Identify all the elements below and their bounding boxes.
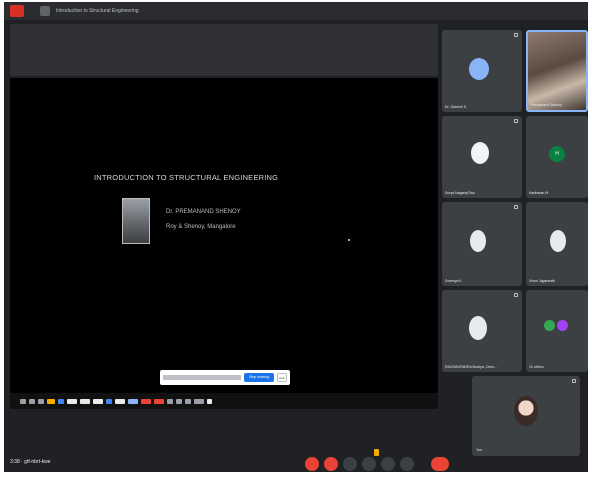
participant-tile[interactable]: Vinod Jagannath bbox=[526, 202, 588, 286]
participant-avatar bbox=[471, 142, 489, 164]
slide-title: INTRODUCTION TO STRUCTURAL ENGINEERING bbox=[94, 173, 279, 182]
page-background bbox=[0, 472, 592, 493]
captions-icon[interactable] bbox=[343, 457, 357, 471]
participant-tile[interactable]: H Hariharan M bbox=[526, 116, 588, 198]
more-options-icon[interactable] bbox=[400, 457, 414, 471]
presenter-name: Dr. PREMANAND SHENOY bbox=[166, 209, 241, 215]
participant-name: Sowmya K bbox=[445, 279, 462, 283]
participant-name: Vinod Jagannath bbox=[529, 279, 556, 283]
tray-icon-1[interactable] bbox=[167, 398, 173, 404]
camera-off-icon[interactable] bbox=[324, 457, 338, 471]
presenter-affiliation: Roy & Shenoy, Mangalore bbox=[166, 224, 236, 230]
participant-avatar bbox=[550, 230, 566, 252]
pin-icon[interactable] bbox=[514, 33, 518, 37]
participant-name: Surya Nagaraj Rao bbox=[445, 191, 475, 195]
participant-name: RAGHAVENDRA Moolya, Chen... bbox=[445, 365, 498, 369]
presenter-taskbar bbox=[10, 393, 438, 409]
participant-tile[interactable]: Surya Nagaraj Rao bbox=[442, 116, 522, 198]
pin-icon[interactable] bbox=[514, 119, 518, 123]
participant-avatar bbox=[557, 320, 568, 331]
others-tile[interactable]: 10 others bbox=[526, 290, 588, 372]
taskbar-app-7-icon[interactable] bbox=[141, 398, 151, 404]
share-message bbox=[163, 375, 241, 380]
present-icon[interactable] bbox=[381, 457, 395, 471]
tab-favicon bbox=[40, 6, 50, 16]
others-count: 10 others bbox=[529, 365, 544, 369]
pin-icon[interactable] bbox=[572, 379, 576, 383]
taskbar-app-5-icon[interactable] bbox=[115, 398, 125, 404]
presentation-stage: INTRODUCTION TO STRUCTURAL ENGINEERING D… bbox=[10, 78, 438, 456]
participant-tile[interactable]: Dr. Ganesh S. bbox=[442, 30, 522, 112]
app-icon bbox=[10, 5, 24, 17]
taskbar-app-3-icon[interactable] bbox=[93, 398, 103, 404]
search-icon[interactable] bbox=[29, 398, 35, 404]
participant-avatar bbox=[470, 230, 486, 252]
hide-button[interactable]: Hide bbox=[277, 373, 287, 382]
presenter-photo bbox=[122, 198, 150, 244]
leave-call-button[interactable] bbox=[431, 457, 449, 471]
participant-avatar bbox=[469, 58, 489, 80]
participant-initial-avatar: H bbox=[549, 146, 565, 162]
tray-clock-icon[interactable] bbox=[194, 398, 204, 404]
call-controls-bar: 3:38 · gtf-nbrt-kwe bbox=[4, 456, 588, 472]
mic-off-icon[interactable] bbox=[305, 457, 319, 471]
taskbar-app-4-icon[interactable] bbox=[106, 398, 112, 404]
taskbar-app-8-icon[interactable] bbox=[154, 398, 164, 404]
share-notification-bar: Stop sharing Hide bbox=[160, 370, 290, 385]
participant-avatar bbox=[469, 316, 487, 340]
browser-icon[interactable] bbox=[58, 398, 64, 404]
taskbar-app-2-icon[interactable] bbox=[80, 398, 90, 404]
self-avatar bbox=[514, 396, 538, 426]
meeting-window: Introduction to Structural Engineering I… bbox=[4, 2, 588, 472]
participant-name: Dr. Ganesh S. bbox=[445, 105, 467, 109]
participant-tile[interactable]: RAGHAVENDRA Moolya, Chen... bbox=[442, 290, 522, 372]
raise-hand-icon[interactable] bbox=[362, 457, 376, 471]
participant-name: Hariharan M bbox=[529, 191, 549, 195]
stop-sharing-button[interactable]: Stop sharing bbox=[244, 373, 274, 382]
tab-title[interactable]: Introduction to Structural Engineering bbox=[56, 8, 139, 14]
notification-icon[interactable] bbox=[374, 449, 379, 456]
participant-name: Premanand Shenoy bbox=[531, 103, 562, 107]
taskbar-app-6-icon[interactable] bbox=[128, 398, 138, 404]
self-view-tile[interactable]: You bbox=[472, 376, 580, 456]
cursor-dot bbox=[348, 239, 350, 241]
taskview-icon[interactable] bbox=[38, 398, 44, 404]
self-name: You bbox=[476, 448, 482, 452]
participant-video-tile[interactable]: Premanand Shenoy bbox=[526, 30, 588, 112]
taskbar-app-1-icon[interactable] bbox=[67, 398, 77, 404]
meeting-time: 3:38 · gtf-nbrt-kwe bbox=[10, 459, 51, 465]
pin-icon[interactable] bbox=[514, 205, 518, 209]
tray-icon-2[interactable] bbox=[176, 398, 182, 404]
top-panel bbox=[10, 24, 438, 76]
participant-avatar bbox=[544, 320, 555, 331]
participant-tile[interactable]: Sowmya K bbox=[442, 202, 522, 286]
folder-icon[interactable] bbox=[47, 398, 55, 404]
pin-icon[interactable] bbox=[514, 293, 518, 297]
tray-icon-3[interactable] bbox=[185, 398, 191, 404]
show-desktop-icon[interactable] bbox=[207, 398, 212, 404]
title-bar: Introduction to Structural Engineering bbox=[4, 2, 588, 20]
start-icon[interactable] bbox=[20, 398, 26, 404]
